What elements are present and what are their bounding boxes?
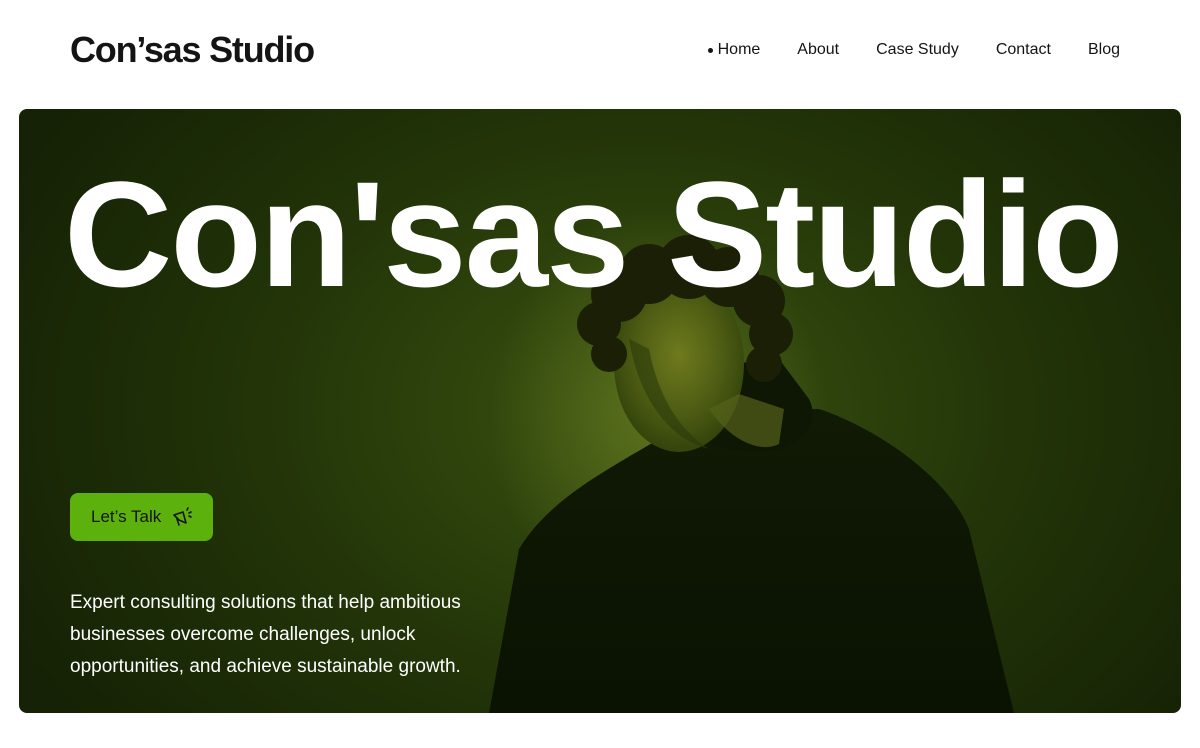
page: Con’sas Studio Home About Case Study Con… <box>0 0 1200 748</box>
nav-item-contact[interactable]: Contact <box>996 39 1051 61</box>
lets-talk-button[interactable]: Let’s Talk <box>70 493 214 541</box>
nav-item-label: Case Study <box>876 41 959 58</box>
hero-title: Con'sas Studio <box>64 150 1124 318</box>
nav-item-about[interactable]: About <box>797 39 839 61</box>
main-nav: Home About Case Study Contact Blog <box>707 39 1120 61</box>
nav-item-case-study[interactable]: Case Study <box>876 39 959 61</box>
hero-description: Expert consulting solutions that help am… <box>70 592 461 677</box>
nav-item-label: Blog <box>1087 41 1120 58</box>
nav-item-label: About <box>797 41 840 58</box>
lets-talk-label: Let’s Talk <box>91 507 162 526</box>
site-header: Con’sas Studio Home About Case Study Con… <box>0 0 1200 100</box>
hero-section: Con'sas Studio Let’s Talk Expert consult… <box>19 109 1181 713</box>
nav-item-label: Home <box>717 41 761 58</box>
nav-item-label: Contact <box>995 41 1051 58</box>
megaphone-icon <box>171 506 193 528</box>
nav-item-blog[interactable]: Blog <box>1088 39 1120 61</box>
active-dot-icon <box>707 47 713 53</box>
site-logo[interactable]: Con’sas Studio <box>70 28 315 72</box>
nav-item-home[interactable]: Home <box>707 39 761 61</box>
